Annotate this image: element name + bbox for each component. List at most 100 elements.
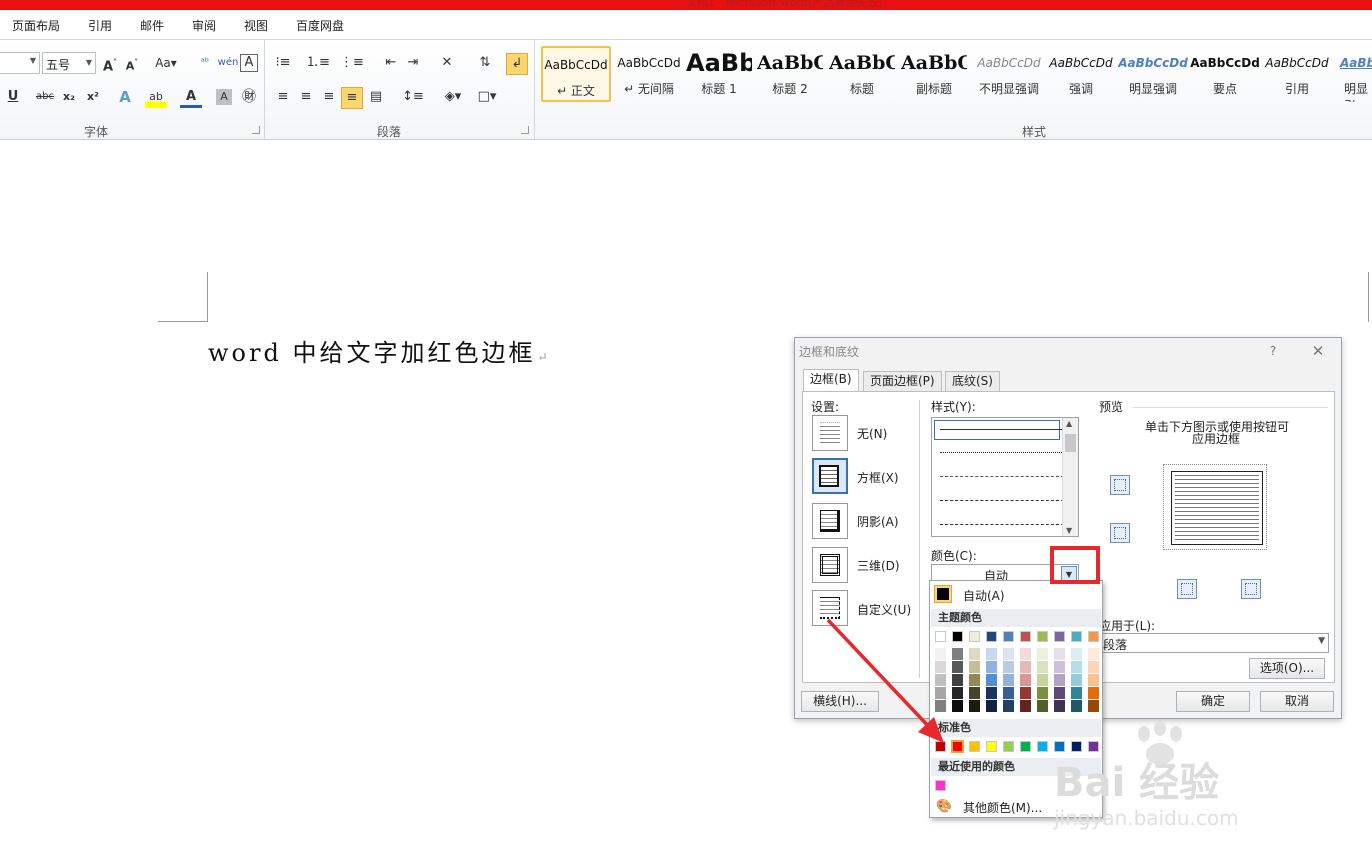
style-no-spacing[interactable]: AaBbCcDd ↵ 无间隔 <box>614 46 684 102</box>
theme-color-swatch[interactable] <box>1037 631 1048 642</box>
theme-shade-swatch[interactable] <box>952 661 963 673</box>
setting-shadow[interactable] <box>812 503 848 539</box>
theme-color-swatch[interactable] <box>969 631 980 642</box>
setting-box[interactable] <box>812 458 848 494</box>
top-border-button[interactable] <box>1110 475 1130 495</box>
theme-color-swatch[interactable] <box>952 631 963 642</box>
change-case-icon[interactable]: Aa▾ <box>152 52 180 74</box>
theme-shade-swatch[interactable] <box>1020 674 1031 686</box>
text-effects-icon[interactable]: A <box>114 86 136 108</box>
theme-color-swatch[interactable] <box>1088 631 1099 642</box>
standard-color-swatch[interactable] <box>1037 741 1048 752</box>
setting-none[interactable] <box>812 415 848 451</box>
style-heading-1[interactable]: AaBb 标题 1 <box>686 46 752 102</box>
theme-shade-swatch[interactable] <box>969 661 980 673</box>
scroll-up-icon[interactable]: ▲ <box>1066 419 1072 428</box>
superscript-icon[interactable]: x² <box>82 86 104 108</box>
close-button[interactable]: ✕ <box>1307 340 1329 362</box>
theme-shade-swatch[interactable] <box>1003 648 1014 660</box>
standard-color-swatch[interactable] <box>951 740 964 753</box>
underline-icon[interactable]: U <box>2 86 24 108</box>
theme-shade-swatch[interactable] <box>1003 661 1014 673</box>
auto-color-swatch[interactable] <box>934 585 952 603</box>
font-size-box[interactable]: 五号 ▼ <box>42 52 96 74</box>
theme-shade-swatch[interactable] <box>1054 648 1065 660</box>
line-spacing-icon[interactable]: ↕≡ <box>400 86 426 108</box>
style-subtle-emphasis[interactable]: AaBbCcDd 不明显强调 <box>974 46 1044 102</box>
theme-shade-swatch[interactable] <box>969 648 980 660</box>
cancel-button[interactable]: 取消 <box>1260 691 1334 712</box>
style-normal[interactable]: AaBbCcDd ↵ 正文 <box>541 46 611 102</box>
strikethrough-icon[interactable]: abc <box>34 86 56 108</box>
line-style-solid[interactable] <box>940 429 1064 430</box>
align-center-icon[interactable]: ≡ <box>295 86 317 108</box>
tab-review[interactable]: 审阅 <box>192 17 216 34</box>
theme-shade-swatch[interactable] <box>1020 661 1031 673</box>
tab-mailings[interactable]: 邮件 <box>140 17 164 34</box>
standard-color-swatch[interactable] <box>1003 741 1014 752</box>
theme-shade-swatch[interactable] <box>986 674 997 686</box>
theme-color-swatch[interactable] <box>1071 631 1082 642</box>
phonetic-guide-icon[interactable]: wén <box>217 52 239 74</box>
tab-baidu-netdisk[interactable]: 百度网盘 <box>296 17 344 34</box>
theme-shade-swatch[interactable] <box>1003 687 1014 699</box>
theme-shade-swatch[interactable] <box>1054 700 1065 712</box>
distributed-icon[interactable]: ▤ <box>365 86 387 108</box>
chinese-layout-icon[interactable]: ✕ <box>436 52 458 74</box>
theme-shade-swatch[interactable] <box>1020 687 1031 699</box>
align-right-icon[interactable]: ≡ <box>318 86 340 108</box>
options-button[interactable]: 选项(O)... <box>1249 658 1325 679</box>
line-style-dash-dot[interactable] <box>940 524 1064 525</box>
style-intense-quote[interactable]: AaBbC 明显引 <box>1334 46 1372 102</box>
standard-color-swatch[interactable] <box>986 741 997 752</box>
theme-shade-swatch[interactable] <box>952 687 963 699</box>
style-subtitle[interactable]: AaBbC 副标题 <box>901 46 967 102</box>
theme-shade-swatch[interactable] <box>1020 648 1031 660</box>
font-dialog-launcher-icon[interactable] <box>252 126 260 134</box>
theme-shade-swatch[interactable] <box>986 648 997 660</box>
theme-shade-swatch[interactable] <box>1003 700 1014 712</box>
char-border-icon[interactable]: A <box>240 54 258 72</box>
theme-shade-swatch[interactable] <box>986 700 997 712</box>
more-colors-option[interactable]: 其他颜色(M)... <box>963 799 1042 816</box>
font-name-box[interactable]: ▼ <box>0 52 40 74</box>
multilevel-list-icon[interactable]: ⋮≡ <box>340 52 364 74</box>
paragraph-dialog-launcher-icon[interactable] <box>521 126 529 134</box>
line-style-dash-small[interactable] <box>940 476 1064 477</box>
tab-page-layout[interactable]: 页面布局 <box>12 17 60 34</box>
recent-color-swatch[interactable] <box>935 780 946 791</box>
enclosed-char-icon[interactable]: ㊖ <box>238 86 260 108</box>
line-style-dashed[interactable] <box>940 500 1064 501</box>
theme-shade-swatch[interactable] <box>1071 700 1082 712</box>
decrease-indent-icon[interactable]: ⇤ <box>380 52 402 74</box>
theme-shade-swatch[interactable] <box>1071 674 1082 686</box>
grow-font-icon[interactable]: A˄ <box>99 52 121 74</box>
scroll-down-icon[interactable]: ▼ <box>1066 526 1072 535</box>
numbering-icon[interactable]: ⒈≡ <box>306 52 330 74</box>
right-border-button[interactable] <box>1241 579 1261 599</box>
theme-shade-swatch[interactable] <box>1088 661 1099 673</box>
line-style-dotted[interactable] <box>940 452 1064 453</box>
tab-view[interactable]: 视图 <box>244 17 268 34</box>
theme-shade-swatch[interactable] <box>1020 700 1031 712</box>
standard-color-swatch[interactable] <box>1020 741 1031 752</box>
theme-shade-swatch[interactable] <box>952 700 963 712</box>
theme-shade-swatch[interactable] <box>969 674 980 686</box>
scroll-thumb[interactable] <box>1065 434 1076 452</box>
font-color-icon[interactable]: A <box>180 86 202 108</box>
theme-color-swatch[interactable] <box>986 631 997 642</box>
sort-icon[interactable]: ⇅ <box>474 52 496 74</box>
scrollbar[interactable]: ▲ ▼ <box>1062 418 1078 536</box>
theme-color-swatch[interactable] <box>1003 631 1014 642</box>
theme-shade-swatch[interactable] <box>969 700 980 712</box>
theme-shade-swatch[interactable] <box>1088 648 1099 660</box>
borders-icon[interactable]: □▾ <box>474 86 500 108</box>
preview-page[interactable] <box>1171 471 1263 545</box>
tab-references[interactable]: 引用 <box>88 17 112 34</box>
shading-icon[interactable]: ◈▾ <box>440 86 466 108</box>
style-quote[interactable]: AaBbCcDd 引用 <box>1262 46 1332 102</box>
left-border-button[interactable] <box>1177 579 1197 599</box>
theme-shade-swatch[interactable] <box>1037 661 1048 673</box>
theme-shade-swatch[interactable] <box>1037 700 1048 712</box>
standard-color-swatch[interactable] <box>969 741 980 752</box>
